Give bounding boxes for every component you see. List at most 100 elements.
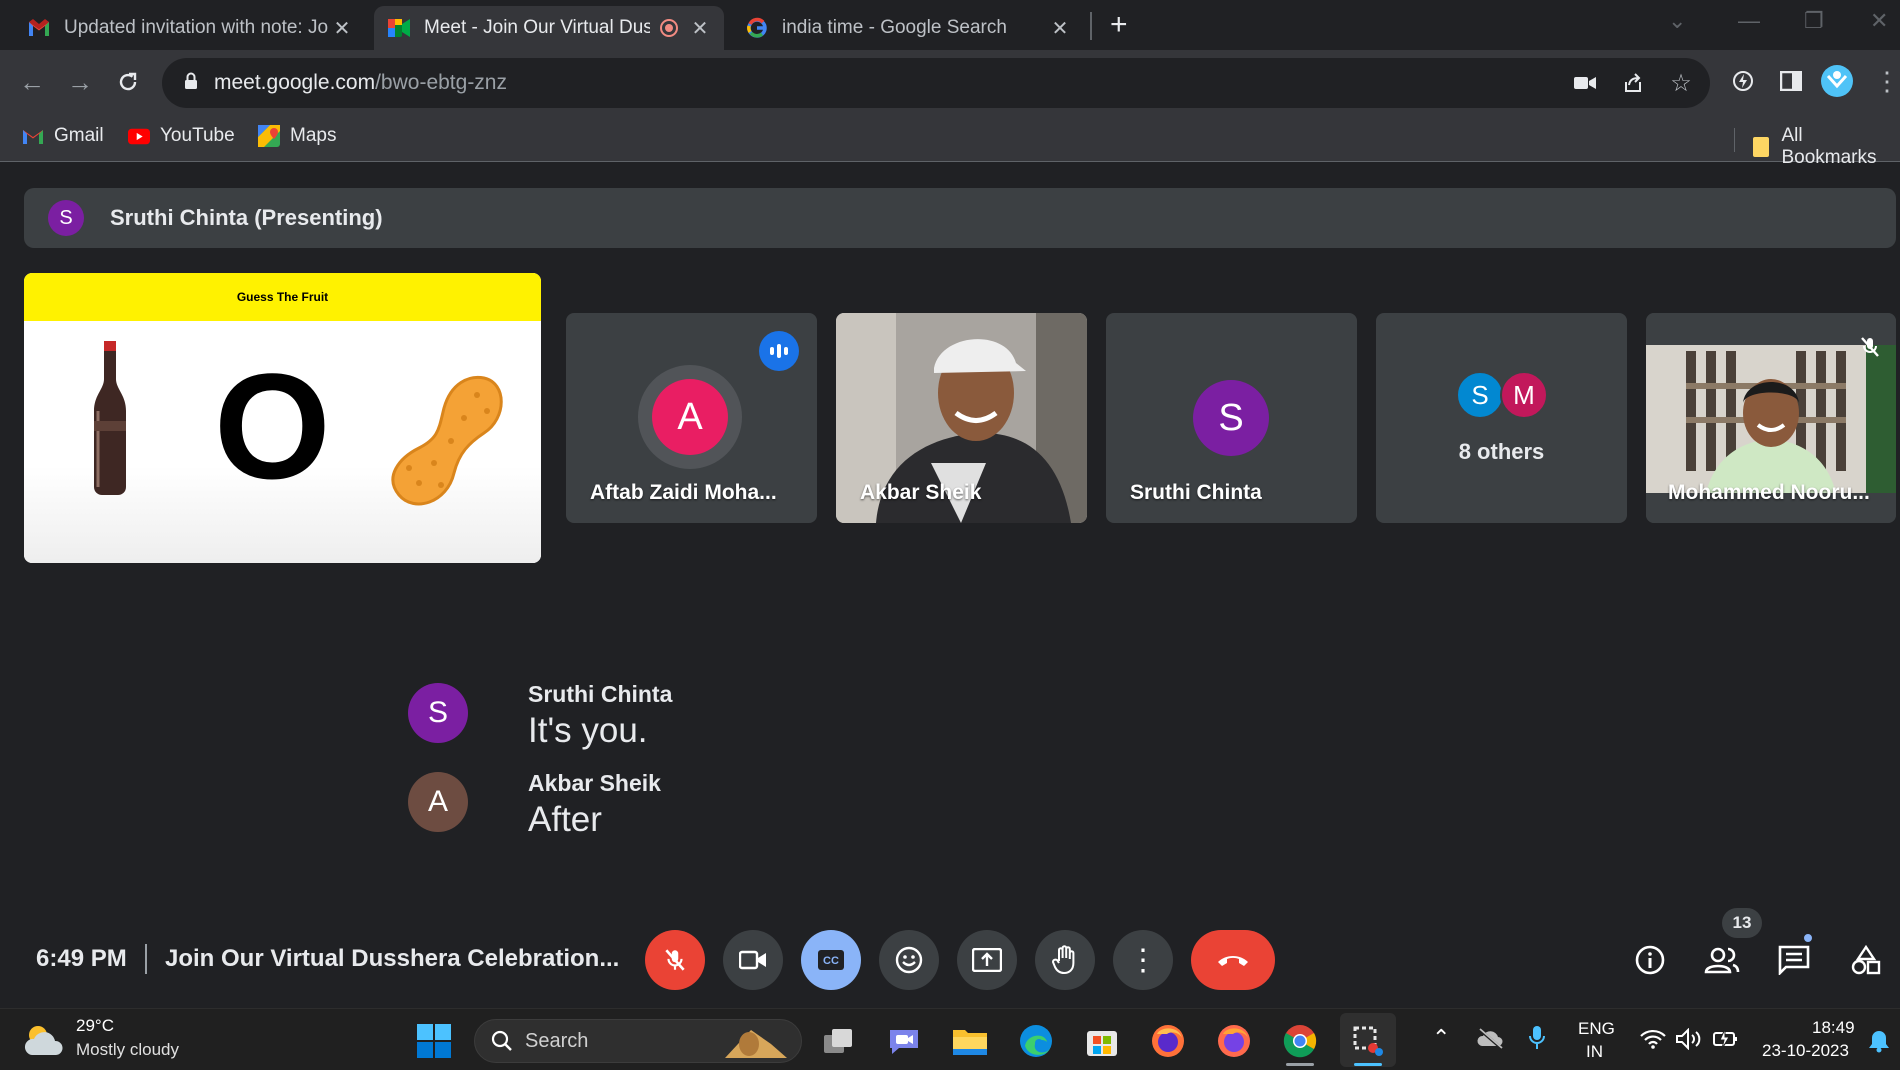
- weather-description: Mostly cloudy: [76, 1040, 179, 1059]
- participant-name: Mohammed Nooru...: [1668, 481, 1870, 504]
- back-button[interactable]: ←: [14, 64, 50, 100]
- snipping-tool-icon[interactable]: [1348, 1021, 1388, 1061]
- windows-logo-icon: [417, 1024, 451, 1058]
- activities-button[interactable]: [1844, 938, 1888, 982]
- close-tab-icon[interactable]: ✕: [690, 16, 710, 41]
- peanut-image: [391, 375, 503, 506]
- tab-google-search[interactable]: india time - Google Search ✕: [732, 6, 1084, 50]
- chat-icon: [1778, 945, 1810, 975]
- captions-button[interactable]: CC: [801, 930, 861, 990]
- caption-line: A Akbar Sheik After: [408, 770, 661, 839]
- taskbar-search-box[interactable]: Search: [474, 1019, 802, 1063]
- gmail-icon: [22, 125, 44, 147]
- participant-tile-mohammed[interactable]: Mohammed Nooru...: [1646, 313, 1896, 523]
- address-bar[interactable]: meet.google.com/bwo-ebtg-znz ☆: [162, 58, 1710, 108]
- bookmark-star-icon[interactable]: ☆: [1668, 70, 1694, 97]
- reload-icon: [119, 72, 137, 91]
- battery-charging-icon[interactable]: [1712, 1027, 1740, 1056]
- meeting-details-button[interactable]: [1628, 938, 1672, 982]
- new-tab-button[interactable]: +: [1110, 8, 1128, 42]
- show-hidden-icons[interactable]: ⌃: [1432, 1025, 1450, 1051]
- bookmark-maps[interactable]: Maps: [258, 125, 336, 147]
- microphone-in-use-icon[interactable]: [1528, 1025, 1546, 1056]
- taskbar-date[interactable]: 23-10-2023: [1762, 1041, 1849, 1061]
- volume-icon[interactable]: [1676, 1027, 1704, 1055]
- google-icon: [746, 17, 768, 39]
- caption-text: After: [528, 800, 602, 839]
- google-meet-icon: [388, 17, 410, 39]
- leave-call-button[interactable]: [1191, 930, 1275, 990]
- raise-hand-button[interactable]: [1035, 930, 1095, 990]
- bookmark-youtube[interactable]: YouTube: [128, 125, 235, 147]
- restore-button[interactable]: ❐: [1804, 8, 1824, 34]
- participant-tile-akbar[interactable]: Akbar Sheik: [836, 313, 1087, 523]
- caption-speaker: Akbar Sheik: [528, 770, 661, 796]
- bookmarks-bar: Gmail YouTube Maps All Bookmarks: [0, 116, 1900, 168]
- chat-button[interactable]: [1772, 938, 1816, 982]
- camera-toggle-button[interactable]: [723, 930, 783, 990]
- chrome-menu-icon[interactable]: ⋮: [1870, 64, 1900, 98]
- windows-taskbar: 29°C Mostly cloudy Search ⌃ ENG IN 18:49…: [0, 1008, 1900, 1070]
- browser-tab-strip: Updated invitation with note: Jo ✕ Meet …: [0, 0, 1900, 50]
- people-icon: [1704, 947, 1740, 974]
- search-icon: [491, 1030, 512, 1051]
- people-count-badge: 13: [1722, 908, 1762, 938]
- performance-icon[interactable]: [1726, 64, 1760, 98]
- close-tab-icon[interactable]: ✕: [1050, 16, 1070, 41]
- participant-tile-aftab[interactable]: A Aftab Zaidi Moha...: [566, 313, 817, 523]
- minimize-button[interactable]: —: [1738, 8, 1760, 34]
- caption-text: It's you.: [528, 711, 648, 750]
- file-explorer-icon[interactable]: [950, 1021, 990, 1061]
- reload-button[interactable]: [110, 64, 146, 100]
- slide-body: O: [24, 321, 541, 563]
- tab-title: Meet - Join Our Virtual Dus: [424, 17, 650, 38]
- present-screen-button[interactable]: [957, 930, 1017, 990]
- windows-start-button[interactable]: [414, 1021, 454, 1061]
- divider: [145, 944, 147, 974]
- close-window-button[interactable]: ✕: [1870, 8, 1888, 34]
- input-region-indicator: IN: [1586, 1042, 1603, 1061]
- edge-browser-icon[interactable]: [1016, 1021, 1056, 1061]
- presentation-slide[interactable]: Guess The Fruit O: [24, 273, 541, 563]
- close-tab-icon[interactable]: ✕: [332, 16, 352, 41]
- microsoft-store-icon[interactable]: [1082, 1021, 1122, 1061]
- url-host: meet.google.com: [214, 71, 376, 94]
- unread-dot: [1802, 932, 1814, 944]
- lock-icon: [184, 72, 198, 95]
- teams-chat-icon[interactable]: [884, 1021, 924, 1061]
- firefox-icon[interactable]: [1148, 1021, 1188, 1061]
- snipping-tool-running-indicator: [1354, 1063, 1382, 1066]
- participant-tile-sruthi[interactable]: S Sruthi Chinta: [1106, 313, 1357, 523]
- forward-button[interactable]: →: [62, 64, 98, 100]
- participant-name: Sruthi Chinta: [1130, 481, 1262, 504]
- tab-search-icon[interactable]: ⌄: [1668, 8, 1686, 34]
- tab-title: india time - Google Search: [782, 17, 1007, 38]
- reactions-button[interactable]: [879, 930, 939, 990]
- more-options-button[interactable]: ⋮: [1113, 930, 1173, 990]
- firefox-private-icon[interactable]: [1214, 1021, 1254, 1061]
- task-view-icon[interactable]: [818, 1021, 858, 1061]
- chrome-icon[interactable]: [1280, 1021, 1320, 1061]
- onedrive-offline-icon[interactable]: [1476, 1027, 1504, 1054]
- recording-indicator-icon: [660, 19, 678, 37]
- profile-avatar[interactable]: [1820, 64, 1854, 98]
- tab-google-meet[interactable]: Meet - Join Our Virtual Dus ✕: [374, 6, 724, 50]
- side-panel-icon[interactable]: [1774, 64, 1808, 98]
- bookmark-gmail[interactable]: Gmail: [22, 125, 104, 147]
- others-count: 8 others: [1458, 439, 1545, 464]
- participant-avatar: S: [1193, 380, 1269, 456]
- notification-bell-icon[interactable]: [1868, 1029, 1890, 1058]
- weather-cloudy-icon[interactable]: [24, 1021, 64, 1061]
- caption-avatar: S: [408, 683, 468, 743]
- share-icon[interactable]: [1620, 70, 1646, 96]
- people-button[interactable]: [1700, 938, 1744, 982]
- taskbar-time[interactable]: 18:49: [1812, 1018, 1855, 1038]
- wifi-icon[interactable]: [1640, 1029, 1666, 1054]
- language-indicator[interactable]: ENG: [1578, 1019, 1615, 1039]
- caption-line: S Sruthi Chinta It's you.: [408, 681, 672, 750]
- microphone-toggle-button[interactable]: [645, 930, 705, 990]
- tab-gmail-invitation[interactable]: Updated invitation with note: Jo ✕: [14, 6, 366, 50]
- info-icon: [1635, 945, 1665, 975]
- camera-in-use-icon[interactable]: [1572, 70, 1598, 96]
- participant-tile-others[interactable]: S M 8 others: [1376, 313, 1627, 523]
